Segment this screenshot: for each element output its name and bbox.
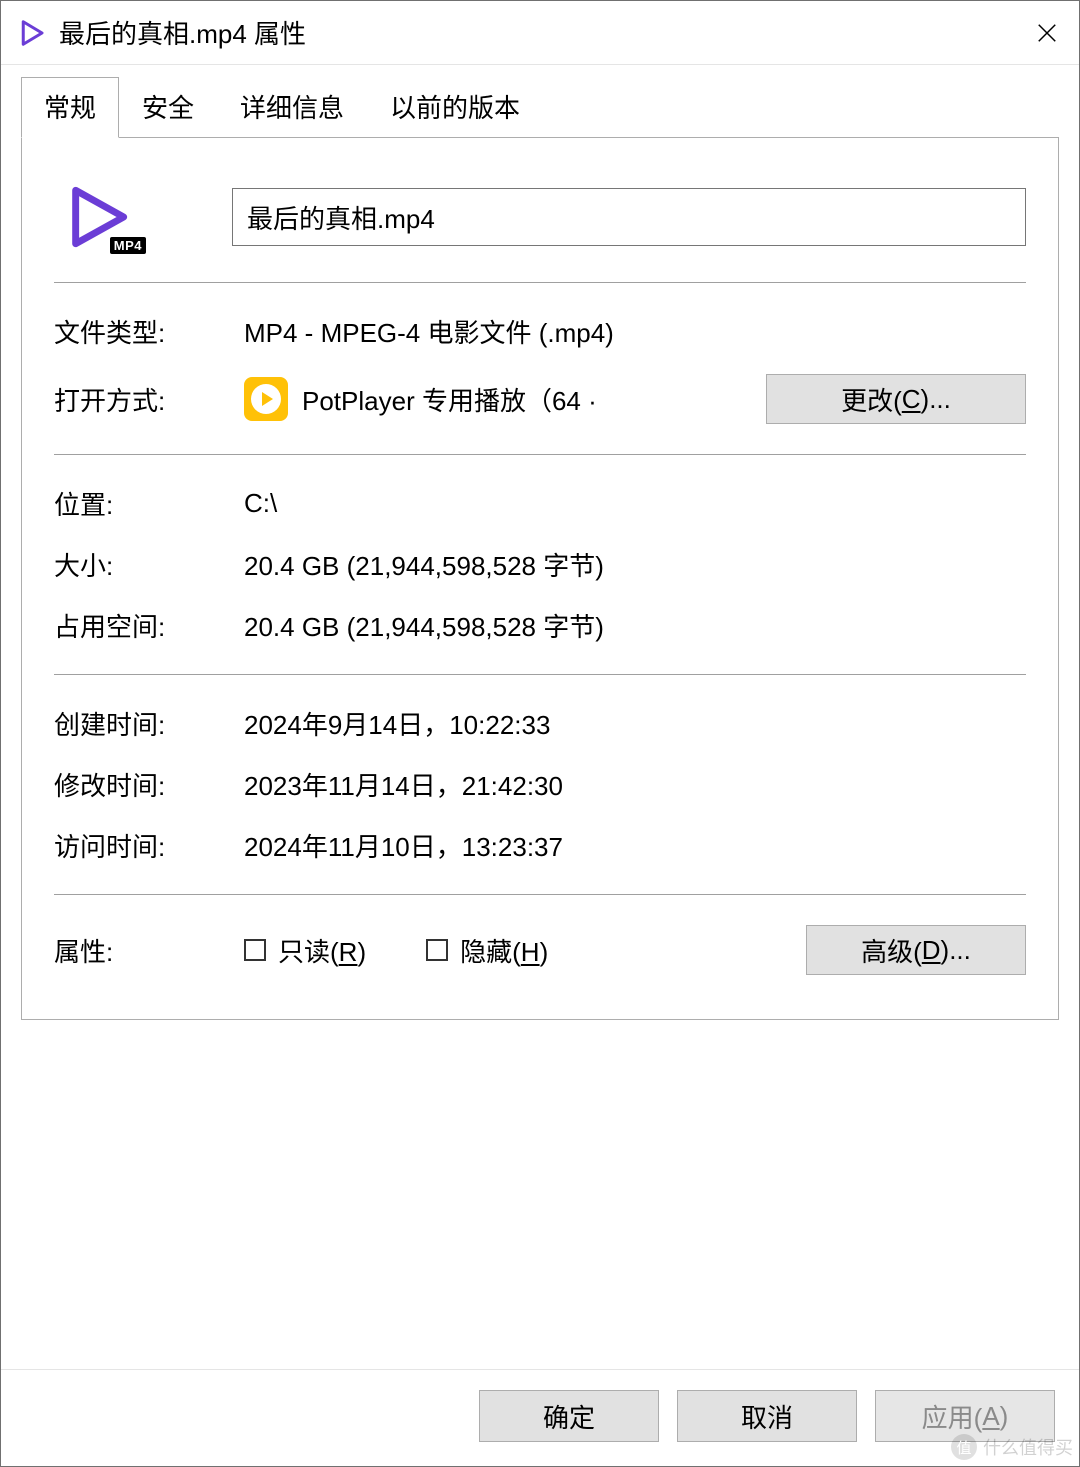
tab-security[interactable]: 安全 [119, 77, 217, 138]
label-accessed: 访问时间: [54, 827, 244, 864]
close-button[interactable] [1015, 1, 1079, 65]
checkbox-readonly[interactable]: 只读(R) [244, 932, 366, 969]
label-attributes: 属性: [54, 932, 244, 969]
tabs: 常规 安全 详细信息 以前的版本 [21, 77, 1059, 137]
file-large-icon: MP4 [54, 182, 140, 252]
value-accessed: 2024年11月10日，13:23:37 [244, 827, 1026, 864]
label-created: 创建时间: [54, 705, 244, 742]
value-opens-with: PotPlayer 专用播放（64 · [302, 381, 597, 418]
value-modified: 2023年11月14日，21:42:30 [244, 766, 1026, 803]
label-size-on-disk: 占用空间: [54, 607, 244, 644]
apply-button[interactable]: 应用(A) [875, 1390, 1055, 1442]
label-file-type: 文件类型: [54, 313, 244, 350]
tab-previous-versions[interactable]: 以前的版本 [367, 77, 543, 138]
change-button[interactable]: 更改(C)... [766, 374, 1026, 424]
titlebar: 最后的真相.mp4 属性 [1, 1, 1079, 65]
file-type-icon [15, 16, 49, 50]
label-opens-with: 打开方式: [54, 381, 244, 418]
label-modified: 修改时间: [54, 766, 244, 803]
value-file-type: MP4 - MPEG-4 电影文件 (.mp4) [244, 313, 1026, 350]
tab-details[interactable]: 详细信息 [217, 77, 367, 138]
close-icon [1036, 22, 1058, 44]
checkbox-icon [244, 939, 266, 961]
cancel-button[interactable]: 取消 [677, 1390, 857, 1442]
advanced-button[interactable]: 高级(D)... [806, 925, 1026, 975]
checkbox-hidden[interactable]: 隐藏(H) [426, 932, 548, 969]
value-size: 20.4 GB (21,944,598,528 字节) [244, 546, 1026, 583]
dialog-footer: 确定 取消 应用(A) [1, 1369, 1079, 1466]
value-location: C:\ [244, 488, 1026, 519]
label-location: 位置: [54, 485, 244, 522]
value-size-on-disk: 20.4 GB (21,944,598,528 字节) [244, 607, 1026, 644]
potplayer-icon [244, 377, 288, 421]
filename-input[interactable] [232, 188, 1026, 246]
value-created: 2024年9月14日，10:22:33 [244, 705, 1026, 742]
window-title: 最后的真相.mp4 属性 [59, 14, 1015, 51]
tab-panel-general: MP4 文件类型: MP4 - MPEG-4 电影文件 (.mp4) 打开方式:… [21, 137, 1059, 1020]
ok-button[interactable]: 确定 [479, 1390, 659, 1442]
checkbox-icon [426, 939, 448, 961]
mp4-badge: MP4 [110, 237, 146, 254]
label-size: 大小: [54, 546, 244, 583]
tab-general[interactable]: 常规 [21, 77, 119, 138]
